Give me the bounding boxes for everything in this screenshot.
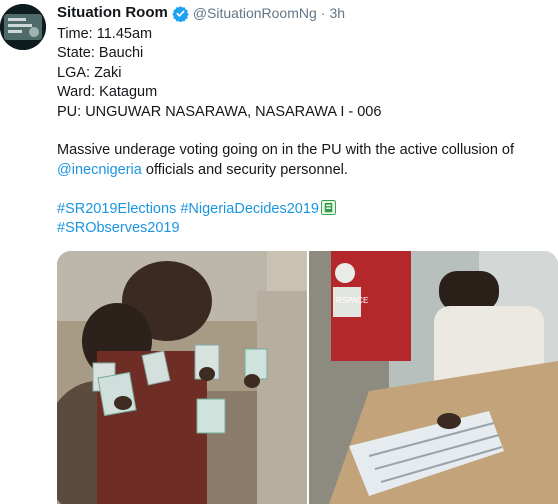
photo-voters-holding-cards [57, 251, 307, 504]
avatar-image [0, 4, 46, 50]
ballot-box-emoji-icon [321, 199, 336, 215]
verified-badge-icon [172, 5, 189, 22]
photo-voter-at-register: RSPACE [309, 251, 558, 504]
tweet-content: Situation Room @SituationRoomNg · 3h Tim… [57, 3, 557, 238]
photo-left[interactable] [57, 251, 307, 504]
line-state: State: Bauchi [57, 45, 144, 62]
tweet-text: Time: 11.45am State: Bauchi LGA: Zaki Wa… [57, 25, 557, 238]
hashtag-link[interactable]: #SRObserves2019 [57, 220, 180, 236]
line-time: Time: 11.45am [57, 26, 153, 42]
tweet[interactable]: Situation Room @SituationRoomNg · 3h Tim… [0, 0, 558, 504]
author-name[interactable]: Situation Room [57, 3, 168, 23]
tweet-header: Situation Room @SituationRoomNg · 3h [57, 3, 557, 23]
hashtag-line-2: #SRObserves2019 [57, 219, 557, 238]
tweet-media: RSPACE [57, 251, 558, 504]
shirt-text: RSPACE [336, 296, 368, 305]
line-pu: PU: UNGUWAR NASARAWA, NASARAWA I - 006 [57, 103, 382, 120]
hashtag-link[interactable]: #SR2019Elections [57, 201, 176, 217]
meta-separator: · [320, 5, 326, 21]
line-lga: LGA: Zaki [57, 64, 122, 81]
mention-link[interactable]: @inecnigeria [57, 162, 142, 178]
photo-right[interactable]: RSPACE [309, 251, 558, 504]
line-ward: Ward: Katagum [57, 84, 158, 101]
author-handle[interactable]: @SituationRoomNg [193, 3, 317, 23]
hashtag-link[interactable]: #NigeriaDecides2019 [180, 201, 319, 217]
author-avatar[interactable] [0, 4, 46, 50]
body-line-1: Massive underage voting going on in the … [57, 142, 515, 159]
body-suffix: officials and security personnel. [141, 161, 348, 178]
tweet-timestamp[interactable]: 3h [329, 3, 345, 23]
hashtag-line-1: #SR2019Elections #NigeriaDecides2019 [57, 199, 557, 219]
body-line-2: @inecnigeria officials and security pers… [57, 161, 557, 180]
